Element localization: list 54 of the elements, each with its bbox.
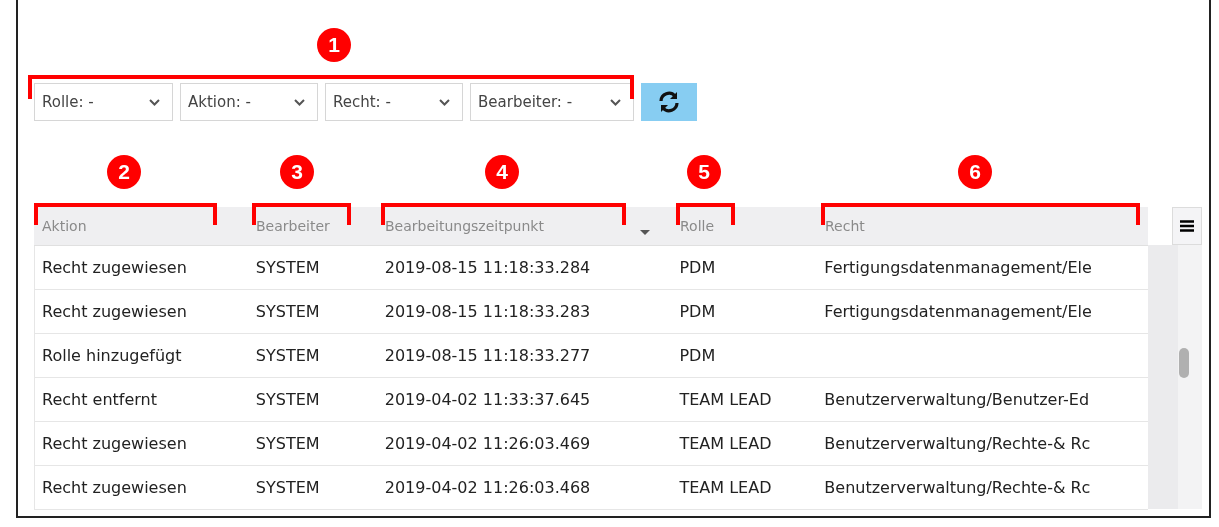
filter-dropdown[interactable]: Rolle: - (34, 83, 173, 121)
table-cell: Recht zugewiesen (42, 478, 187, 497)
callout-number: 1 (317, 28, 351, 62)
chevron-down-icon (439, 98, 450, 106)
table-cell: SYSTEM (255, 434, 320, 453)
table-cell: Fertigungsdatenmanagement/Ele (824, 302, 1092, 321)
table-cell: 2019-04-02 11:26:03.468 (384, 478, 591, 497)
chevron-down-icon (610, 98, 621, 106)
table-cell: SYSTEM (255, 302, 320, 321)
table-cell: 2019-08-15 11:18:33.284 (384, 258, 591, 277)
table-cell: TEAM LEAD (679, 390, 772, 409)
column-header[interactable]: Recht (817, 207, 1148, 245)
scrollbar-thumb[interactable] (1179, 348, 1189, 378)
filter-dropdown[interactable]: Aktion: - (180, 83, 318, 121)
column-header[interactable]: Bearbeitungszeitpunkt (377, 207, 672, 245)
callout-number: 5 (687, 155, 721, 189)
table-cell: 2019-08-15 11:18:33.283 (384, 302, 591, 321)
chevron-down-icon (149, 98, 160, 106)
column-header[interactable]: Rolle (672, 207, 817, 245)
table-cell: Recht zugewiesen (42, 302, 187, 321)
filter-dropdown[interactable]: Recht: - (325, 83, 463, 121)
table-cell: TEAM LEAD (679, 478, 772, 497)
callout-number: 2 (107, 155, 141, 189)
table-cell: Benutzerverwaltung/Rechte-& Rc (824, 434, 1091, 453)
table-cell: TEAM LEAD (679, 434, 772, 453)
table-cell: Benutzerverwaltung/Rechte-& Rc (824, 478, 1091, 497)
table-cell: Recht zugewiesen (42, 258, 187, 277)
table-cell: Recht zugewiesen (42, 434, 187, 453)
table-cell: PDM (679, 346, 716, 365)
refresh-button[interactable] (641, 83, 697, 121)
table-cell: PDM (679, 302, 716, 321)
menu-icon (1180, 220, 1194, 232)
table-cell: Fertigungsdatenmanagement/Ele (824, 258, 1092, 277)
table-cell: PDM (679, 258, 716, 277)
table-cell: SYSTEM (255, 478, 320, 497)
table-cell: Rolle hinzugefügt (42, 346, 182, 365)
table-cell: SYSTEM (255, 258, 320, 277)
table-cell: 2019-04-02 11:33:37.645 (384, 390, 591, 409)
table-cell: SYSTEM (255, 346, 320, 365)
callout-number: 4 (485, 155, 519, 189)
table-cell: 2019-04-02 11:26:03.469 (384, 434, 591, 453)
column-header[interactable]: Aktion (34, 207, 248, 245)
table-cell: 2019-08-15 11:18:33.277 (384, 346, 591, 365)
filter-dropdown[interactable]: Bearbeiter: - (470, 83, 634, 121)
column-header[interactable]: Bearbeiter (248, 207, 377, 245)
refresh-icon (657, 91, 681, 113)
table-cell: Benutzerverwaltung/Benutzer-Ed (824, 390, 1090, 409)
chevron-down-icon (294, 98, 305, 106)
table-cell: Recht entfernt (42, 390, 157, 409)
callout-number: 3 (280, 155, 314, 189)
menu-button[interactable] (1172, 207, 1202, 245)
table-cell: SYSTEM (255, 390, 320, 409)
callout-number: 6 (958, 155, 992, 189)
scrollbar[interactable] (1148, 245, 1202, 509)
